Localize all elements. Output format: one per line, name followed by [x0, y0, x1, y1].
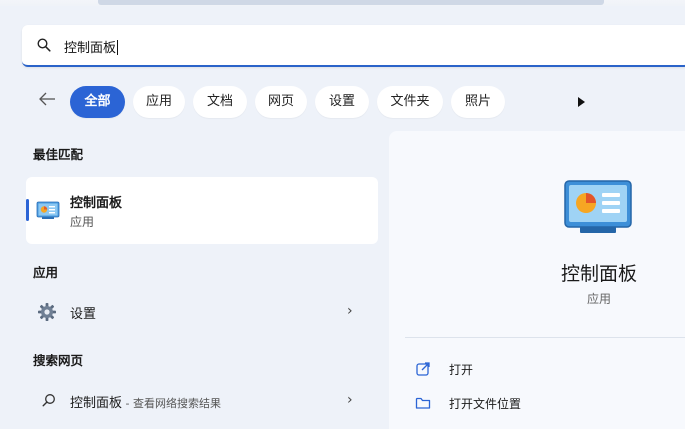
control-panel-icon	[36, 201, 60, 219]
detail-subtitle: 应用	[586, 292, 611, 306]
tab-photos[interactable]: 照片	[451, 86, 505, 118]
action-open[interactable]: 打开	[415, 357, 675, 383]
open-external-icon	[416, 362, 430, 376]
web-result-hint: - 查看网络搜索结果	[122, 397, 221, 410]
tab-folders[interactable]: 文件夹	[377, 86, 443, 118]
tab-apps[interactable]: 应用	[133, 86, 185, 118]
gear-icon	[38, 303, 56, 321]
search-input[interactable]: 控制面板	[64, 37, 119, 56]
action-open-file-location[interactable]: 打开文件位置	[415, 391, 675, 417]
tab-all[interactable]: 全部	[70, 86, 125, 118]
window-edge	[98, 0, 604, 5]
folder-icon	[415, 397, 431, 409]
selection-indicator	[26, 199, 29, 221]
best-match-result[interactable]: 控制面板 应用	[26, 177, 378, 244]
best-match-heading: 最佳匹配	[33, 147, 84, 162]
control-panel-icon	[564, 180, 632, 233]
app-result-settings[interactable]: 设置 ›	[26, 294, 378, 330]
search-icon	[37, 38, 51, 52]
action-open-label: 打开	[449, 363, 474, 377]
detail-pane: 控制面板 应用 打开 打开文件位置	[389, 131, 685, 429]
search-icon	[42, 394, 55, 407]
web-heading: 搜索网页	[33, 353, 84, 368]
web-result-label: 控制面板 - 查看网络搜索结果	[70, 396, 221, 411]
tab-web[interactable]: 网页	[255, 86, 307, 118]
best-match-subtitle: 应用	[70, 215, 95, 229]
chevron-right-icon[interactable]: ›	[347, 303, 353, 319]
start-search-panel: 控制面板 全部 应用 文档 网页 设置 文件夹 照片 最佳匹配 控制面板 应用 …	[0, 6, 685, 429]
action-open-file-location-label: 打开文件位置	[449, 397, 522, 411]
tab-documents[interactable]: 文档	[193, 86, 247, 118]
search-box[interactable]: 控制面板	[22, 25, 685, 67]
text-caret	[117, 40, 119, 55]
detail-title: 控制面板	[560, 263, 637, 285]
back-arrow-icon[interactable]	[37, 89, 57, 109]
web-result[interactable]: 控制面板 - 查看网络搜索结果 ›	[26, 383, 378, 419]
tab-settings[interactable]: 设置	[315, 86, 369, 118]
app-result-label: 设置	[70, 307, 97, 322]
apps-heading: 应用	[33, 265, 59, 280]
chevron-right-icon[interactable]: ›	[347, 392, 353, 408]
more-filters-arrow-icon[interactable]	[578, 97, 585, 107]
divider	[405, 337, 685, 338]
best-match-title: 控制面板	[70, 196, 123, 211]
